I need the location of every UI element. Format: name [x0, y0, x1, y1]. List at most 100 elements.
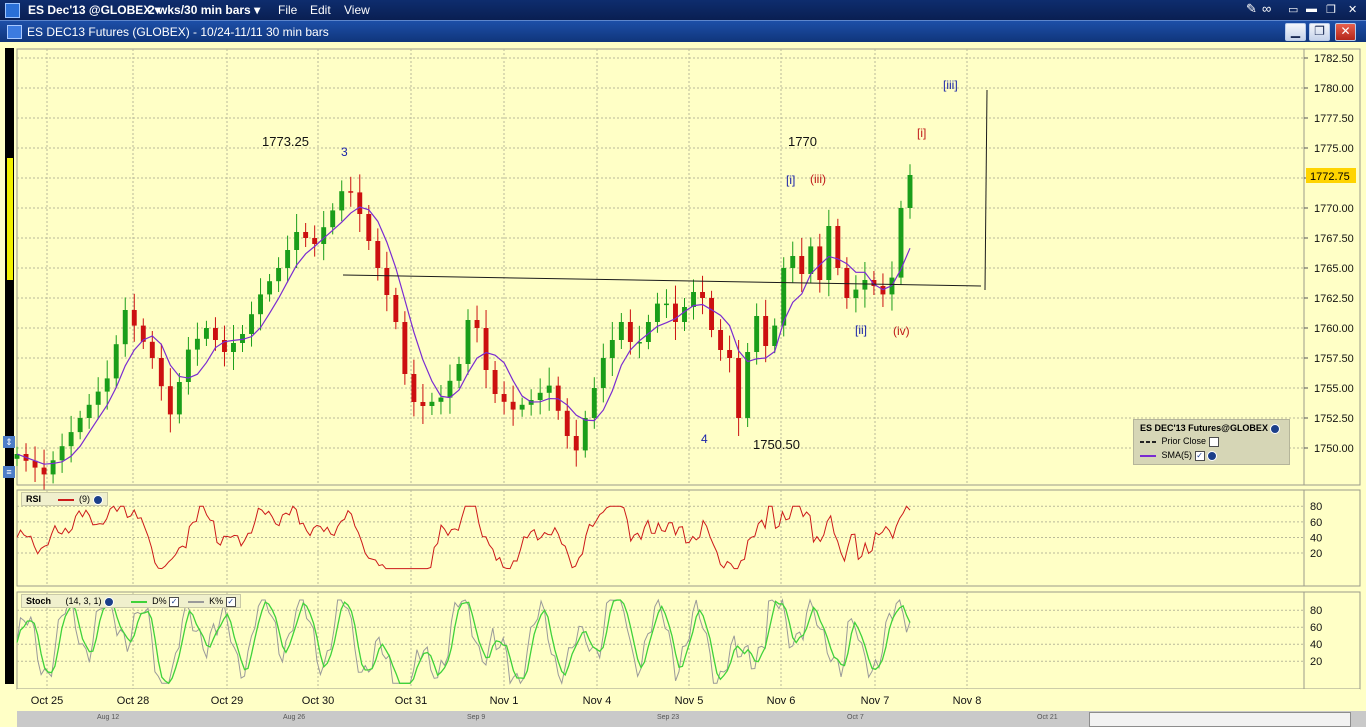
- annotation-1770: 1770: [788, 134, 817, 149]
- legend-title: ES DEC'13 Futures@GLOBEX: [1140, 423, 1281, 434]
- candle-body: [303, 232, 309, 238]
- candle-body: [366, 214, 372, 241]
- candle-body: [465, 320, 471, 364]
- candle-body: [122, 310, 128, 345]
- price-tick-label: 1777.50: [1314, 113, 1354, 125]
- candle-body: [68, 432, 74, 447]
- sma-checkbox[interactable]: ✓: [1194, 450, 1205, 461]
- candle-body: [330, 210, 336, 228]
- time-axis-label: Oct 31: [395, 695, 427, 707]
- time-axis-label: Oct 30: [302, 695, 334, 707]
- candle-body: [763, 316, 769, 346]
- rsi-tick-label: 20: [1310, 548, 1322, 560]
- rsi-settings-icon[interactable]: [92, 494, 103, 505]
- price-tick-label: 1770.00: [1314, 203, 1354, 215]
- navigator-label: Sep 23: [657, 714, 680, 721]
- candle-body: [727, 350, 733, 358]
- stoch-settings-icon[interactable]: [104, 596, 115, 607]
- prior-close-checkbox[interactable]: [1208, 436, 1219, 447]
- candle-body: [609, 340, 615, 358]
- chart-legend[interactable]: ES DEC'13 Futures@GLOBEX Prior Close SMA…: [1133, 419, 1290, 465]
- candle-body: [429, 401, 435, 406]
- stoch-k-swatch: [187, 600, 204, 603]
- candle-body: [844, 268, 850, 298]
- candle-body: [231, 343, 236, 352]
- legend-title-text: ES DEC'13 Futures@GLOBEX: [1140, 423, 1268, 433]
- stoch-header[interactable]: Stoch (14, 3, 1) D% ✓ K% ✓: [21, 594, 241, 608]
- candle-body: [438, 397, 444, 402]
- price-tick-label: 1750.00: [1314, 443, 1354, 455]
- price-tick-label: 1752.50: [1314, 413, 1354, 425]
- candle-body: [375, 241, 381, 268]
- last-price-label: 1772.75: [1310, 171, 1350, 183]
- navigator-label: Aug 12: [97, 714, 120, 721]
- candle-body: [654, 303, 660, 322]
- candle-body: [718, 330, 724, 350]
- candle-body: [420, 402, 426, 406]
- dashed-line-icon: [1140, 440, 1156, 443]
- annotation-wave-4: 4: [701, 432, 708, 446]
- navigator-label: Sep 9: [467, 714, 486, 721]
- candle-body: [573, 436, 579, 451]
- candle-body: [203, 328, 209, 339]
- candle-body: [682, 307, 687, 322]
- price-tick-label: 1760.00: [1314, 323, 1354, 335]
- candle-body: [600, 358, 606, 388]
- candle-body: [799, 256, 805, 274]
- annotation-wave-ii: [ii]: [855, 323, 867, 337]
- stoch-d-label: D%: [152, 596, 167, 606]
- candle-body: [384, 268, 390, 295]
- price-chart[interactable]: 1782.501780.001777.501775.001772.501770.…: [0, 0, 1366, 727]
- rsi-tick-label: 40: [1310, 532, 1322, 544]
- time-axis-label: Nov 8: [953, 695, 982, 707]
- candle-body: [898, 208, 904, 278]
- candle-body: [736, 358, 742, 418]
- time-navigator[interactable]: Aug 12Aug 26Sep 9Sep 23Oct 7Oct 21Nov 4: [17, 711, 1366, 727]
- candle-body: [258, 294, 264, 315]
- sma-line-swatch: [1140, 454, 1156, 457]
- candle-body: [149, 341, 155, 358]
- stoch-k-label: K%: [209, 596, 224, 606]
- stoch-d-checkbox[interactable]: ✓: [169, 596, 180, 607]
- navigator-label: Oct 21: [1037, 714, 1058, 721]
- rsi-swatch: [57, 498, 74, 501]
- candle-body: [582, 418, 588, 451]
- candle-body: [176, 382, 182, 415]
- candle-body: [285, 250, 291, 268]
- candle-body: [77, 418, 83, 433]
- time-axis-label: Nov 7: [861, 695, 890, 707]
- candle-body: [663, 303, 669, 306]
- candle-body: [113, 344, 119, 379]
- stoch-tick-label: 60: [1310, 622, 1322, 634]
- candle-body: [492, 370, 498, 394]
- candle-body: [754, 316, 760, 352]
- navigator-label: Aug 26: [283, 714, 306, 721]
- annotation-wave-iii-bracket: [iii]: [943, 78, 958, 92]
- stoch-tick-label: 20: [1310, 656, 1322, 668]
- price-tick-label: 1767.50: [1314, 233, 1354, 245]
- annotation-wave-i-red: [i]: [917, 126, 926, 140]
- price-panel: [16, 48, 1305, 486]
- candle-body: [501, 394, 507, 402]
- candle-body: [835, 226, 841, 268]
- candle-body: [357, 192, 363, 214]
- candle-body: [627, 322, 633, 342]
- candle-body: [294, 232, 300, 250]
- stoch-tick-label: 80: [1310, 605, 1322, 617]
- navigator-thumb[interactable]: [1089, 712, 1351, 727]
- candle-body: [510, 401, 516, 410]
- settings-dot-icon[interactable]: [1270, 423, 1281, 434]
- candle-body: [790, 256, 796, 268]
- candle-body: [104, 378, 110, 392]
- candle-body: [167, 386, 173, 415]
- time-axis-label: Nov 1: [490, 695, 519, 707]
- candle-body: [474, 320, 480, 328]
- candle-body: [348, 191, 354, 193]
- sma-settings-icon[interactable]: [1207, 450, 1218, 461]
- candle-body: [862, 280, 868, 290]
- stoch-k-checkbox[interactable]: ✓: [225, 596, 236, 607]
- candle-body: [158, 358, 164, 387]
- rsi-header[interactable]: RSI (9): [21, 492, 108, 506]
- candle-body: [772, 325, 778, 346]
- price-tick-label: 1762.50: [1314, 293, 1354, 305]
